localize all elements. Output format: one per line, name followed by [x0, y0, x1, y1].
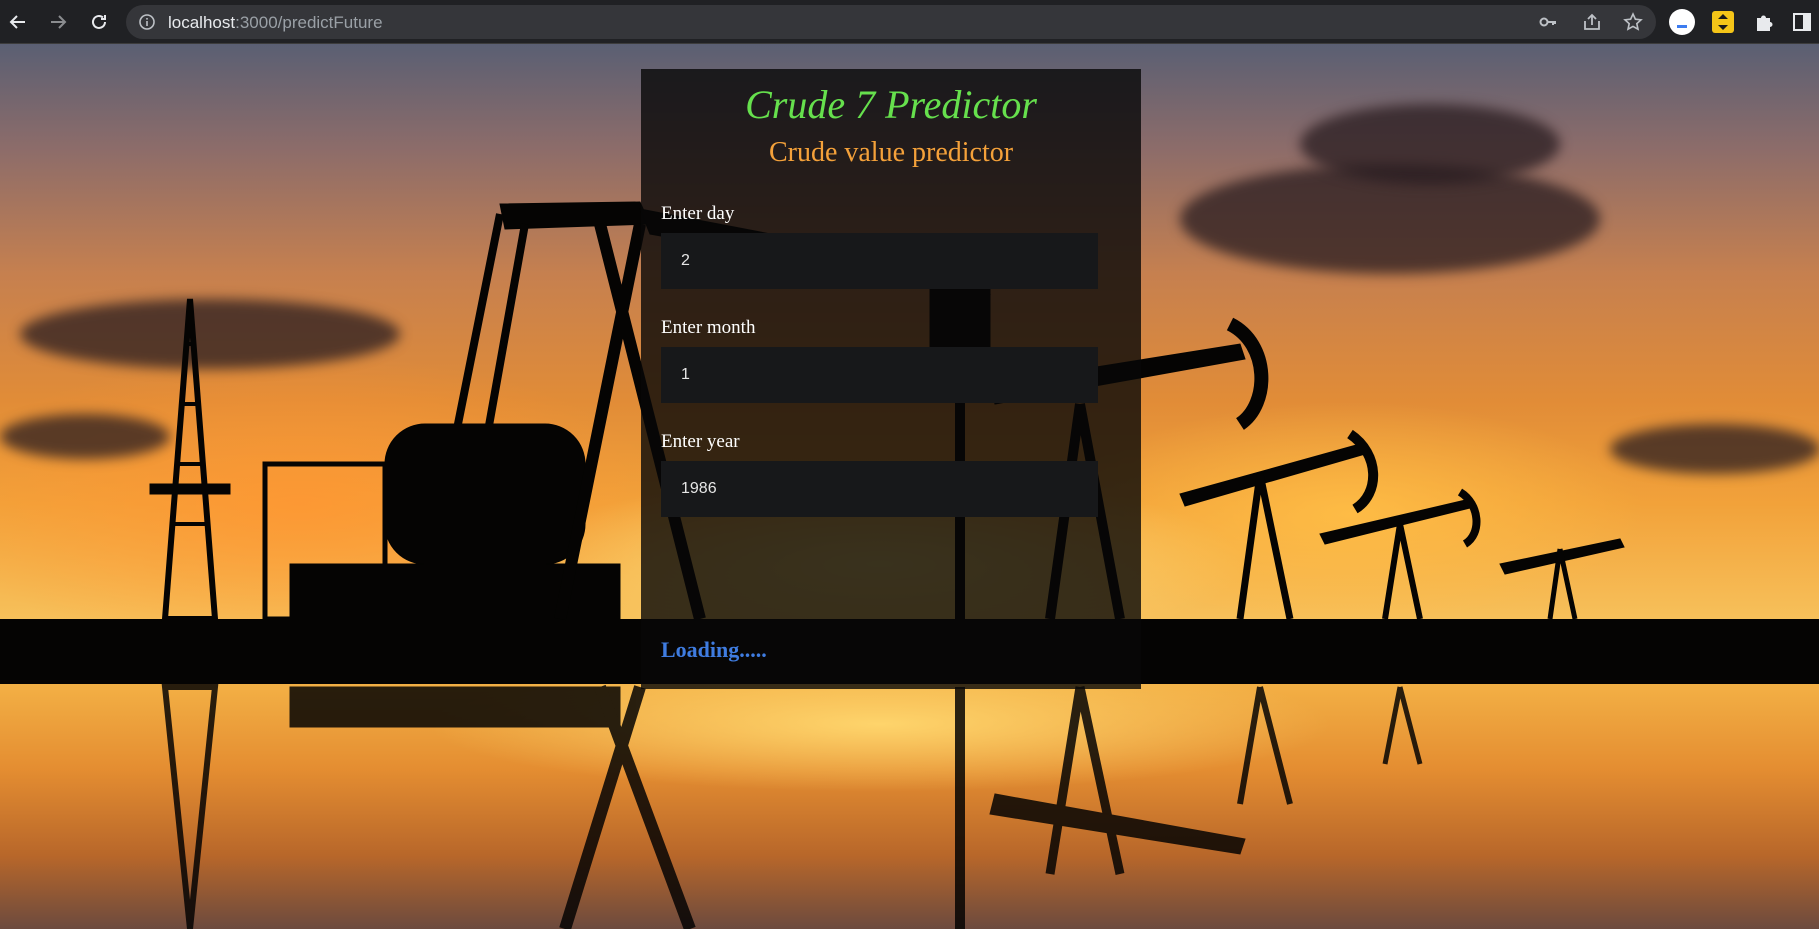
address-bar[interactable]: localhost:3000/predictFuture: [126, 5, 1656, 39]
extension-button[interactable]: [1709, 8, 1737, 36]
url-text[interactable]: localhost:3000/predictFuture: [168, 13, 383, 33]
side-panel-button[interactable]: [1788, 8, 1816, 36]
url-path: :3000/predictFuture: [235, 13, 383, 32]
extension-icon: [1712, 11, 1734, 33]
year-label: Enter year: [661, 431, 740, 452]
page-title: Crude 7 Predictor: [745, 82, 1037, 127]
back-arrow-icon: [9, 15, 25, 29]
key-icon[interactable]: [1538, 12, 1558, 32]
side-panel-icon: [1793, 13, 1811, 31]
profile-button[interactable]: [1668, 8, 1696, 36]
forward-button[interactable]: [44, 8, 72, 36]
info-icon[interactable]: [138, 13, 156, 36]
loading-status: Loading.....: [661, 637, 767, 662]
year-input[interactable]: [661, 461, 1098, 517]
background-scene: Crude 7 Predictor Crude value predictor …: [0, 44, 1819, 929]
star-icon[interactable]: [1623, 12, 1643, 32]
back-button[interactable]: [4, 8, 32, 36]
reload-icon: [92, 14, 106, 29]
puzzle-icon: [1757, 15, 1773, 31]
page-subtitle: Crude value predictor: [768, 137, 1014, 168]
browser-toolbar: localhost:3000/predictFuture: [0, 0, 1819, 44]
share-icon[interactable]: [1582, 12, 1602, 32]
day-label: Enter day: [661, 203, 735, 224]
predictor-panel: Crude 7 Predictor Crude value predictor …: [641, 69, 1141, 689]
month-input[interactable]: [661, 347, 1098, 403]
day-input[interactable]: [661, 233, 1098, 289]
reload-button[interactable]: [85, 8, 113, 36]
profile-icon: [1669, 9, 1695, 35]
url-host: localhost: [168, 13, 236, 32]
forward-arrow-icon: [51, 15, 67, 29]
month-label: Enter month: [661, 317, 756, 338]
extensions-menu-button[interactable]: [1750, 8, 1778, 36]
